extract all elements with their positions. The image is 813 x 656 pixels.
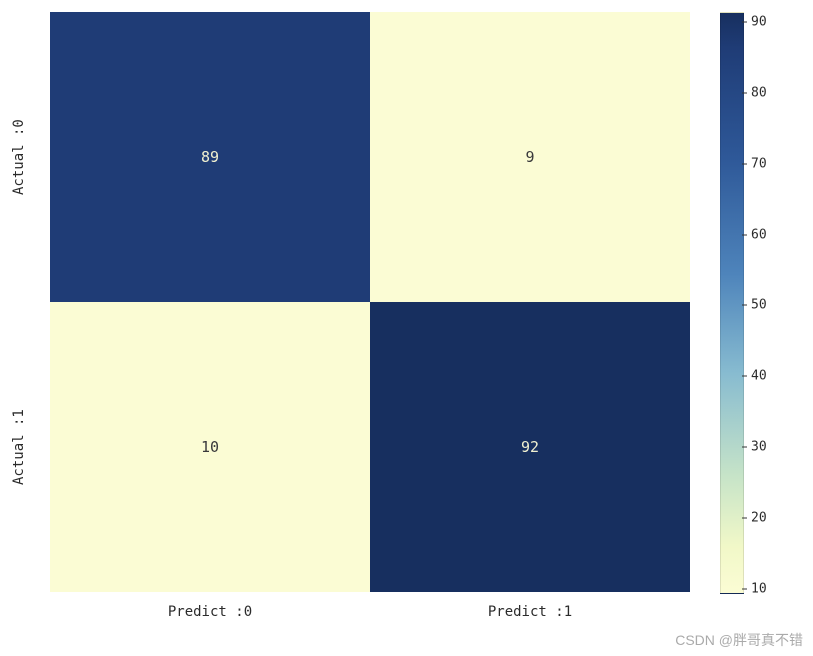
cell-actual0-predict1: 9 [370, 12, 690, 302]
colorbar-tick-50: 50 [742, 298, 767, 313]
cell-actual0-predict0: 89 [50, 12, 370, 302]
watermark-text: CSDN @胖哥真不错 [675, 630, 803, 650]
tick-label: 80 [751, 86, 767, 101]
colorbar-tick-40: 40 [742, 369, 767, 384]
cell-actual1-predict1: 92 [370, 302, 690, 592]
tick-label: 20 [751, 510, 767, 525]
y-axis-label-0: Actual :0 [12, 12, 26, 302]
tick-label: 50 [751, 298, 767, 313]
colorbar-tick-70: 70 [742, 156, 767, 171]
colorbar: 90 80 70 60 50 40 30 20 10 [720, 12, 780, 592]
tick-label: 30 [751, 440, 767, 455]
colorbar-tick-60: 60 [742, 227, 767, 242]
colorbar-gradient [720, 12, 744, 594]
cell-value: 9 [525, 148, 534, 166]
colorbar-tick-80: 80 [742, 86, 767, 101]
colorbar-tick-30: 30 [742, 440, 767, 455]
cell-actual1-predict0: 10 [50, 302, 370, 592]
tick-label: 10 [751, 581, 767, 596]
heatmap-grid: 89 9 10 92 [50, 12, 690, 592]
cell-value: 89 [201, 148, 219, 166]
tick-label: 40 [751, 369, 767, 384]
colorbar-tick-10: 10 [742, 581, 767, 596]
tick-label: 90 [751, 15, 767, 30]
tick-label: 60 [751, 227, 767, 242]
cell-value: 10 [201, 438, 219, 456]
colorbar-tick-20: 20 [742, 510, 767, 525]
x-axis-label-0: Predict :0 [50, 604, 370, 620]
tick-label: 70 [751, 156, 767, 171]
cell-value: 92 [521, 438, 539, 456]
colorbar-tick-90: 90 [742, 15, 767, 30]
y-axis-label-1: Actual :1 [12, 302, 26, 592]
confusion-matrix-heatmap: 89 9 10 92 Actual :0 Actual :1 Predict :… [50, 12, 690, 592]
x-axis-label-1: Predict :1 [370, 604, 690, 620]
